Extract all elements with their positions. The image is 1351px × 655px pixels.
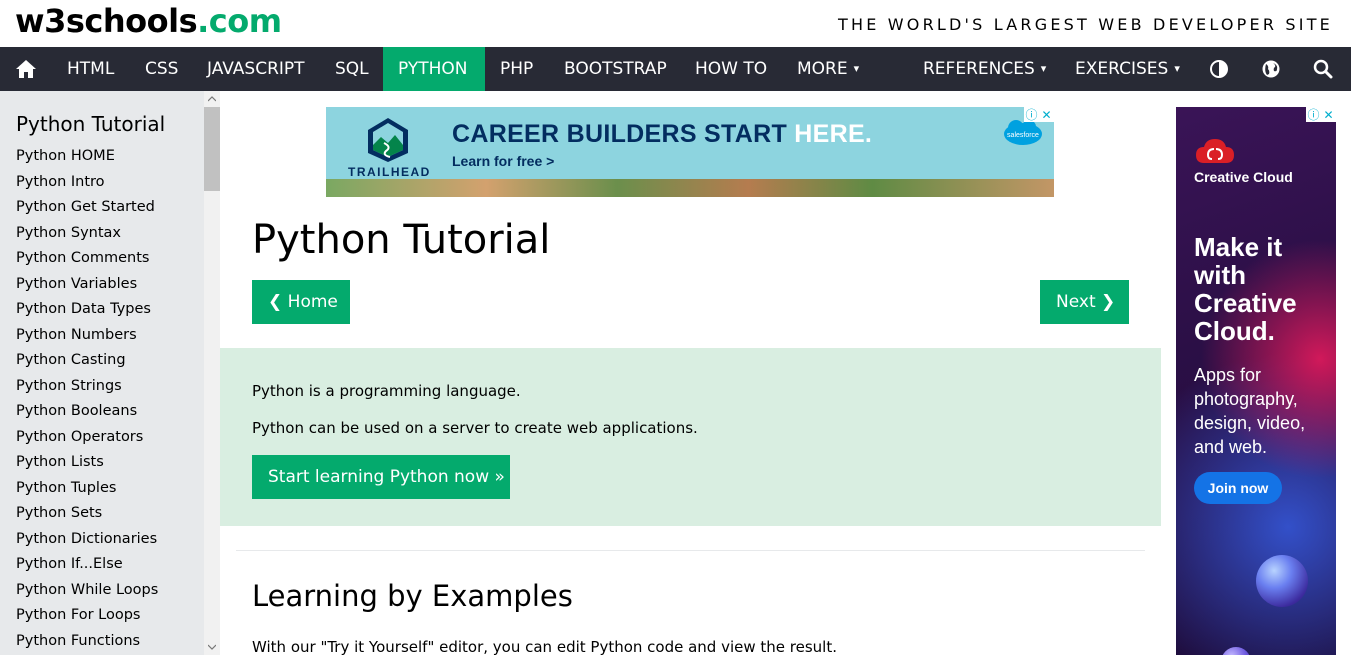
sidebar-link[interactable]: Python Intro — [0, 170, 204, 196]
sidebar-link[interactable]: Python Casting — [0, 348, 204, 374]
sidebar-link[interactable]: Python Sets — [0, 501, 204, 527]
sidebar-link[interactable]: Python HOME — [0, 144, 204, 170]
side-ad-close-icon[interactable]: ✕ — [1321, 107, 1336, 122]
sidebar-link[interactable]: Python Variables — [0, 272, 204, 298]
next-button[interactable]: Next ❯ — [1040, 280, 1129, 324]
sidebar-link[interactable]: Python Lists — [0, 450, 204, 476]
right-rail: Creative Cloud Make it with Creative Clo… — [1161, 91, 1351, 655]
sidebar-link[interactable]: Python If...Else — [0, 552, 204, 578]
intro-text-1: Python is a programming language. — [252, 382, 521, 400]
nav-python[interactable]: PYTHON — [383, 47, 485, 91]
main-navbar: HTML CSS JAVASCRIPT SQL PYTHON PHP BOOTS… — [0, 47, 1351, 91]
nav-bootstrap[interactable]: BOOTSTRAP — [549, 47, 682, 91]
side-ad-info-icon[interactable]: ⓘ — [1306, 107, 1321, 122]
scrollbar-thumb[interactable] — [204, 107, 220, 191]
nav-howto[interactable]: HOW TO — [680, 47, 782, 91]
sidebar: Python Tutorial Python HOME Python Intro P… — [0, 91, 204, 655]
chevron-right-icon: ❯ — [1101, 292, 1116, 312]
logo-suffix-text: .com — [197, 2, 282, 40]
section-text: With our "Try it Yourself" editor, you c… — [252, 638, 837, 655]
intro-text-2: Python can be used on a server to create… — [252, 419, 698, 437]
nav-css[interactable]: CSS — [130, 47, 193, 91]
scroll-down-icon[interactable] — [204, 639, 220, 655]
nav-sql[interactable]: SQL — [320, 47, 384, 91]
top-header: w3schools.com THE WORLD'S LARGEST WEB DE… — [0, 0, 1351, 47]
sidebar-link[interactable]: Python Get Started — [0, 195, 204, 221]
nav-html[interactable]: HTML — [52, 47, 129, 91]
nav-more[interactable]: MORE ▾ — [782, 47, 874, 91]
ad-sphere-artwork-small — [1221, 647, 1251, 655]
ad-side-headline: Make it with Creative Cloud. — [1194, 232, 1297, 346]
sidebar-scrollbar[interactable] — [204, 91, 220, 655]
ad-ground-artwork — [326, 179, 1054, 197]
sidebar-link[interactable]: Python Syntax — [0, 221, 204, 247]
creative-cloud-ad[interactable]: Creative Cloud Make it with Creative Clo… — [1176, 107, 1336, 655]
nav-more-label: MORE — [797, 59, 848, 79]
sidebar-link[interactable]: Python Strings — [0, 374, 204, 400]
ad-headline: CAREER BUILDERS START HERE. — [452, 120, 872, 149]
scroll-up-icon[interactable] — [204, 91, 220, 107]
nav-references-label: REFERENCES — [923, 59, 1035, 79]
page-title: Python Tutorial — [252, 217, 551, 263]
nav-exercises-label: EXERCISES — [1075, 59, 1169, 79]
salesforce-text: salesforce — [1007, 132, 1039, 139]
ad-side-subline: Apps for photography, design, video, and… — [1194, 365, 1306, 457]
sidebar-link[interactable]: Python While Loops — [0, 578, 204, 604]
section-title: Learning by Examples — [252, 579, 573, 613]
sidebar-link[interactable]: Python Data Types — [0, 297, 204, 323]
nav-php[interactable]: PHP — [485, 47, 548, 91]
globe-icon[interactable] — [1251, 47, 1291, 91]
sidebar-link[interactable]: Python For Loops — [0, 603, 204, 629]
home-button[interactable]: ❮ Home — [252, 280, 350, 324]
ad-headline-main: CAREER BUILDERS START — [452, 120, 795, 148]
sidebar-link[interactable]: Python Dictionaries — [0, 527, 204, 553]
caret-down-icon: ▾ — [1174, 62, 1180, 75]
start-learning-button[interactable]: Start learning Python now » — [252, 455, 510, 499]
nav-exercises[interactable]: EXERCISES ▾ — [1060, 47, 1195, 91]
logo-main-text: w3schools — [15, 2, 198, 40]
salesforce-logo-icon: salesforce — [1004, 120, 1042, 145]
sidebar-links: Python HOME Python Intro Python Get Starte… — [0, 144, 204, 654]
sidebar-link[interactable]: Python Comments — [0, 246, 204, 272]
nav-javascript[interactable]: JAVASCRIPT — [192, 47, 320, 91]
ad-sphere-artwork — [1256, 555, 1308, 607]
home-button-label: Home — [287, 292, 338, 312]
chevron-left-icon: ❮ — [268, 292, 283, 312]
search-icon[interactable] — [1303, 47, 1343, 91]
nav-references[interactable]: REFERENCES ▾ — [908, 47, 1061, 91]
sidebar-title: Python Tutorial — [16, 112, 166, 136]
caret-down-icon: ▾ — [853, 62, 860, 75]
w3schools-logo[interactable]: w3schools.com — [15, 2, 282, 40]
contrast-icon[interactable] — [1199, 47, 1239, 91]
creative-cloud-logo-icon — [1196, 139, 1234, 163]
ad-info-icon[interactable]: ⓘ — [1024, 107, 1039, 122]
trailhead-banner-ad[interactable]: TRAILHEAD CAREER BUILDERS START HERE. Le… — [326, 107, 1054, 197]
divider — [236, 550, 1145, 551]
sidebar-link[interactable]: Python Functions — [0, 629, 204, 655]
ad-headline-accent: HERE. — [794, 120, 873, 148]
ad-close-icon[interactable]: ✕ — [1039, 107, 1054, 122]
main-content: TRAILHEAD CAREER BUILDERS START HERE. Le… — [220, 91, 1161, 655]
next-button-label: Next — [1056, 292, 1096, 312]
trailhead-logo-icon — [368, 118, 408, 162]
creative-cloud-name: Creative Cloud — [1194, 169, 1293, 185]
join-now-button[interactable]: Join now — [1194, 472, 1282, 504]
intro-panel: Python is a programming language. Python… — [220, 348, 1161, 526]
sidebar-link[interactable]: Python Numbers — [0, 323, 204, 349]
sidebar-link[interactable]: Python Tuples — [0, 476, 204, 502]
home-icon[interactable] — [6, 47, 46, 91]
sidebar-link[interactable]: Python Booleans — [0, 399, 204, 425]
trailhead-brand: TRAILHEAD — [348, 165, 431, 179]
caret-down-icon: ▾ — [1040, 62, 1047, 75]
site-tagline: THE WORLD'S LARGEST WEB DEVELOPER SITE — [837, 15, 1333, 34]
sidebar-link[interactable]: Python Operators — [0, 425, 204, 451]
ad-subline: Learn for free > — [452, 153, 555, 169]
